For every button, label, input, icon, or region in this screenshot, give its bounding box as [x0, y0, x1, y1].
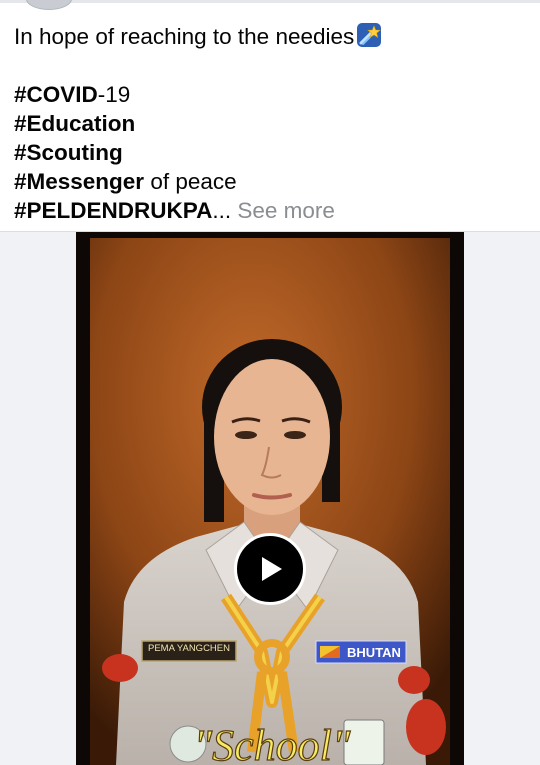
hashtag-line: #Education — [14, 109, 524, 138]
previous-post-divider — [0, 0, 540, 3]
country-tag: BHUTAN — [347, 645, 401, 660]
video-container[interactable]: PEMA YANGCHEN BHUTAN "School" — [0, 231, 540, 765]
ellipsis: ... — [212, 198, 232, 223]
avatar[interactable] — [26, 0, 72, 10]
play-button[interactable] — [234, 533, 306, 605]
hashtag-line: #Messenger of peace — [14, 167, 524, 196]
hashtag-link[interactable]: #Education — [14, 111, 135, 136]
hashtag-suffix: of peace — [144, 169, 237, 194]
hashtag-line: #COVID-19 — [14, 80, 524, 109]
see-more-link[interactable]: See more — [237, 198, 335, 223]
post-text-line: In hope of reaching to the needies — [14, 22, 524, 51]
shooting-star-icon — [356, 22, 382, 48]
hashtag-line: #PELDENDRUKPA... See more — [14, 196, 524, 225]
name-tag: PEMA YANGCHEN — [148, 643, 230, 654]
hashtag-link[interactable]: #PELDENDRUKPA — [14, 198, 212, 223]
hashtag-line: #Scouting — [14, 138, 524, 167]
video-thumbnail: PEMA YANGCHEN BHUTAN "School" — [76, 232, 464, 765]
video-caption: "School" — [194, 721, 351, 765]
post-text: In hope of reaching to the needies #COVI… — [14, 22, 524, 225]
hashtag-suffix: -19 — [97, 82, 131, 107]
hashtag-link[interactable]: #Messenger — [14, 169, 144, 194]
post-message: In hope of reaching to the needies — [14, 24, 355, 49]
hashtag-link[interactable]: #COVID — [14, 82, 98, 107]
video-player[interactable]: PEMA YANGCHEN BHUTAN "School" — [76, 232, 464, 765]
hashtag-link[interactable]: #Scouting — [14, 140, 123, 165]
play-icon — [262, 557, 282, 581]
